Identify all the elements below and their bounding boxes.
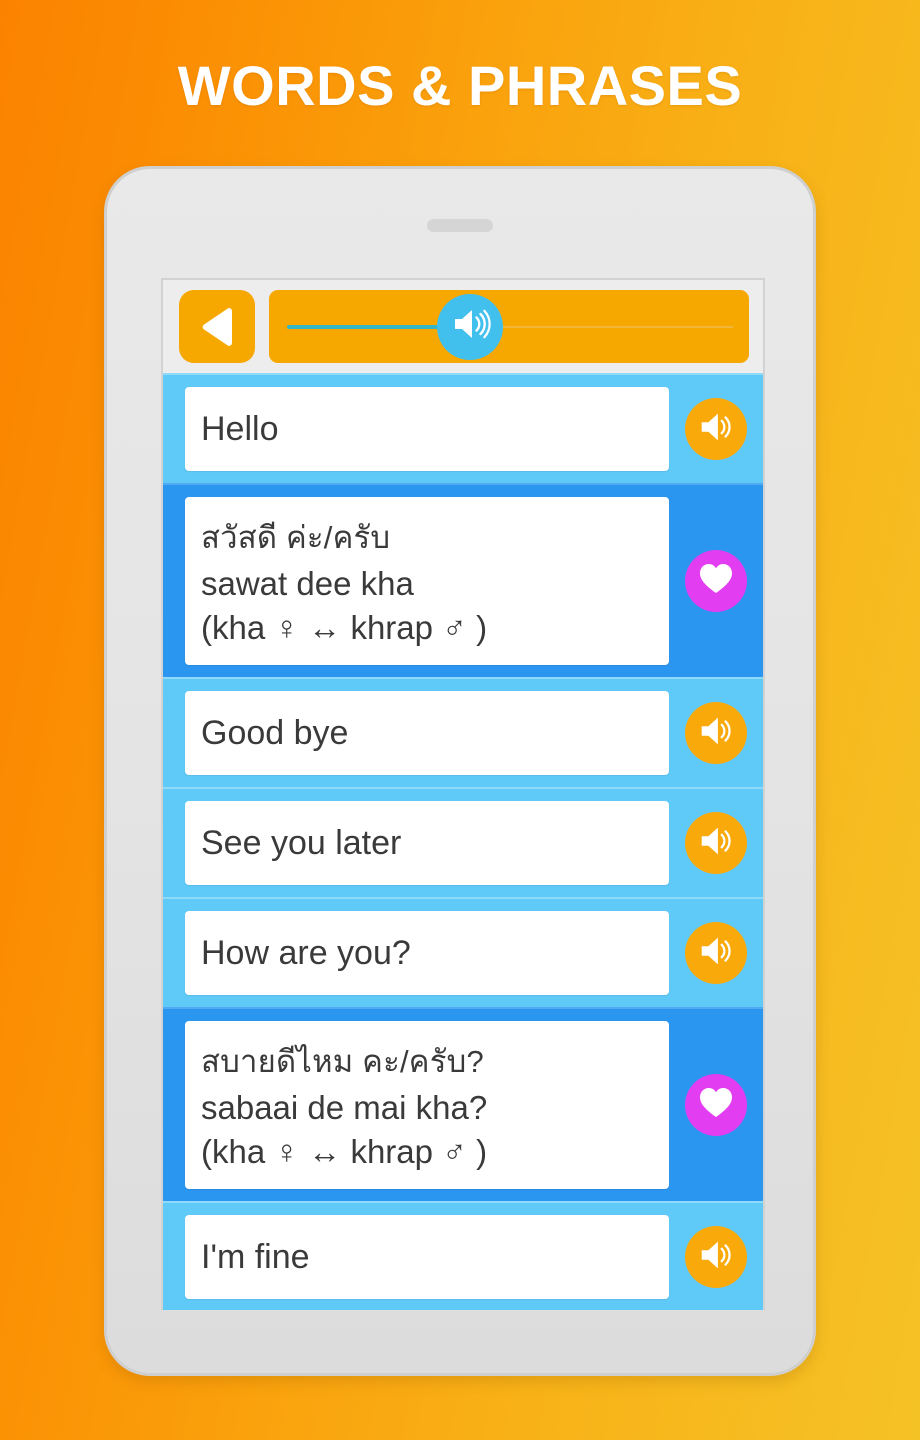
speaker-icon: [696, 931, 736, 976]
gender-note-text: (kha ♀ ↔ khrap ♂ ): [201, 609, 488, 646]
play-audio-button[interactable]: [685, 922, 747, 984]
speaker-icon: [696, 711, 736, 756]
play-audio-button[interactable]: [685, 398, 747, 460]
speaker-icon: [696, 821, 736, 866]
volume-slider[interactable]: [269, 290, 749, 363]
phrase-card[interactable]: สบายดีไหม คะ/ครับ? sabaai de mai kha? (k…: [185, 1021, 669, 1189]
heart-icon: [699, 1087, 733, 1123]
phrase-text: Good bye: [201, 714, 349, 752]
device-screen: Hello สวัสดี ค่ะ/ครับ sawat dee kha (kha…: [161, 278, 765, 1310]
phrase-row-thai[interactable]: สวัสดี ค่ะ/ครับ sawat dee kha (kha ♀ ↔ k…: [163, 483, 763, 677]
speaker-icon: [696, 407, 736, 452]
back-button[interactable]: [179, 290, 255, 363]
row-action: [669, 1074, 763, 1136]
thai-script-text: สวัสดี ค่ะ/ครับ: [201, 520, 391, 555]
phrase-card[interactable]: See you later: [185, 801, 669, 885]
row-action: [669, 812, 763, 874]
earpiece-speaker-grill: [427, 219, 493, 232]
row-action: [669, 922, 763, 984]
phrase-row-english[interactable]: Good bye: [163, 677, 763, 787]
play-audio-button[interactable]: [685, 1226, 747, 1288]
thai-script-text: สบายดีไหม คะ/ครับ?: [201, 1044, 484, 1079]
phrase-text: See you later: [201, 824, 402, 862]
phrase-row-english[interactable]: Hello: [163, 373, 763, 483]
page-title: WORDS & PHRASES: [177, 54, 743, 117]
gender-note-text: (kha ♀ ↔ khrap ♂ ): [201, 1133, 488, 1170]
phrase-card[interactable]: How are you?: [185, 911, 669, 995]
romanization-text: sawat dee kha: [201, 565, 414, 602]
app-toolbar: [163, 280, 763, 373]
phrase-text: I'm fine: [201, 1238, 310, 1276]
phrase-card[interactable]: Hello: [185, 387, 669, 471]
favorite-button[interactable]: [685, 550, 747, 612]
phrase-card[interactable]: I'm fine: [185, 1215, 669, 1299]
phrase-text: Hello: [201, 410, 279, 448]
phrase-row-english[interactable]: See you later: [163, 787, 763, 897]
play-audio-button[interactable]: [685, 702, 747, 764]
speaker-icon: [449, 303, 491, 350]
slider-track-remaining: [487, 325, 733, 328]
phrase-row-english[interactable]: How are you?: [163, 897, 763, 1007]
romanization-text: sabaai de mai kha?: [201, 1089, 488, 1126]
row-action: [669, 550, 763, 612]
favorite-button[interactable]: [685, 1074, 747, 1136]
phrase-text: How are you?: [201, 934, 411, 972]
phrase-card[interactable]: สวัสดี ค่ะ/ครับ sawat dee kha (kha ♀ ↔ k…: [185, 497, 669, 665]
row-action: [669, 1226, 763, 1288]
phrase-list: Hello สวัสดี ค่ะ/ครับ sawat dee kha (kha…: [163, 373, 763, 1310]
row-action: [669, 702, 763, 764]
phrase-card[interactable]: Good bye: [185, 691, 669, 775]
slider-thumb-speaker-button[interactable]: [437, 293, 503, 360]
row-action: [669, 398, 763, 460]
phrase-row-english[interactable]: I'm fine: [163, 1201, 763, 1310]
play-audio-button[interactable]: [685, 812, 747, 874]
tablet-device-frame: Hello สวัสดี ค่ะ/ครับ sawat dee kha (kha…: [104, 166, 816, 1376]
back-triangle-icon: [197, 306, 237, 348]
heart-icon: [699, 563, 733, 599]
phrase-row-thai[interactable]: สบายดีไหม คะ/ครับ? sabaai de mai kha? (k…: [163, 1007, 763, 1201]
speaker-icon: [696, 1235, 736, 1280]
